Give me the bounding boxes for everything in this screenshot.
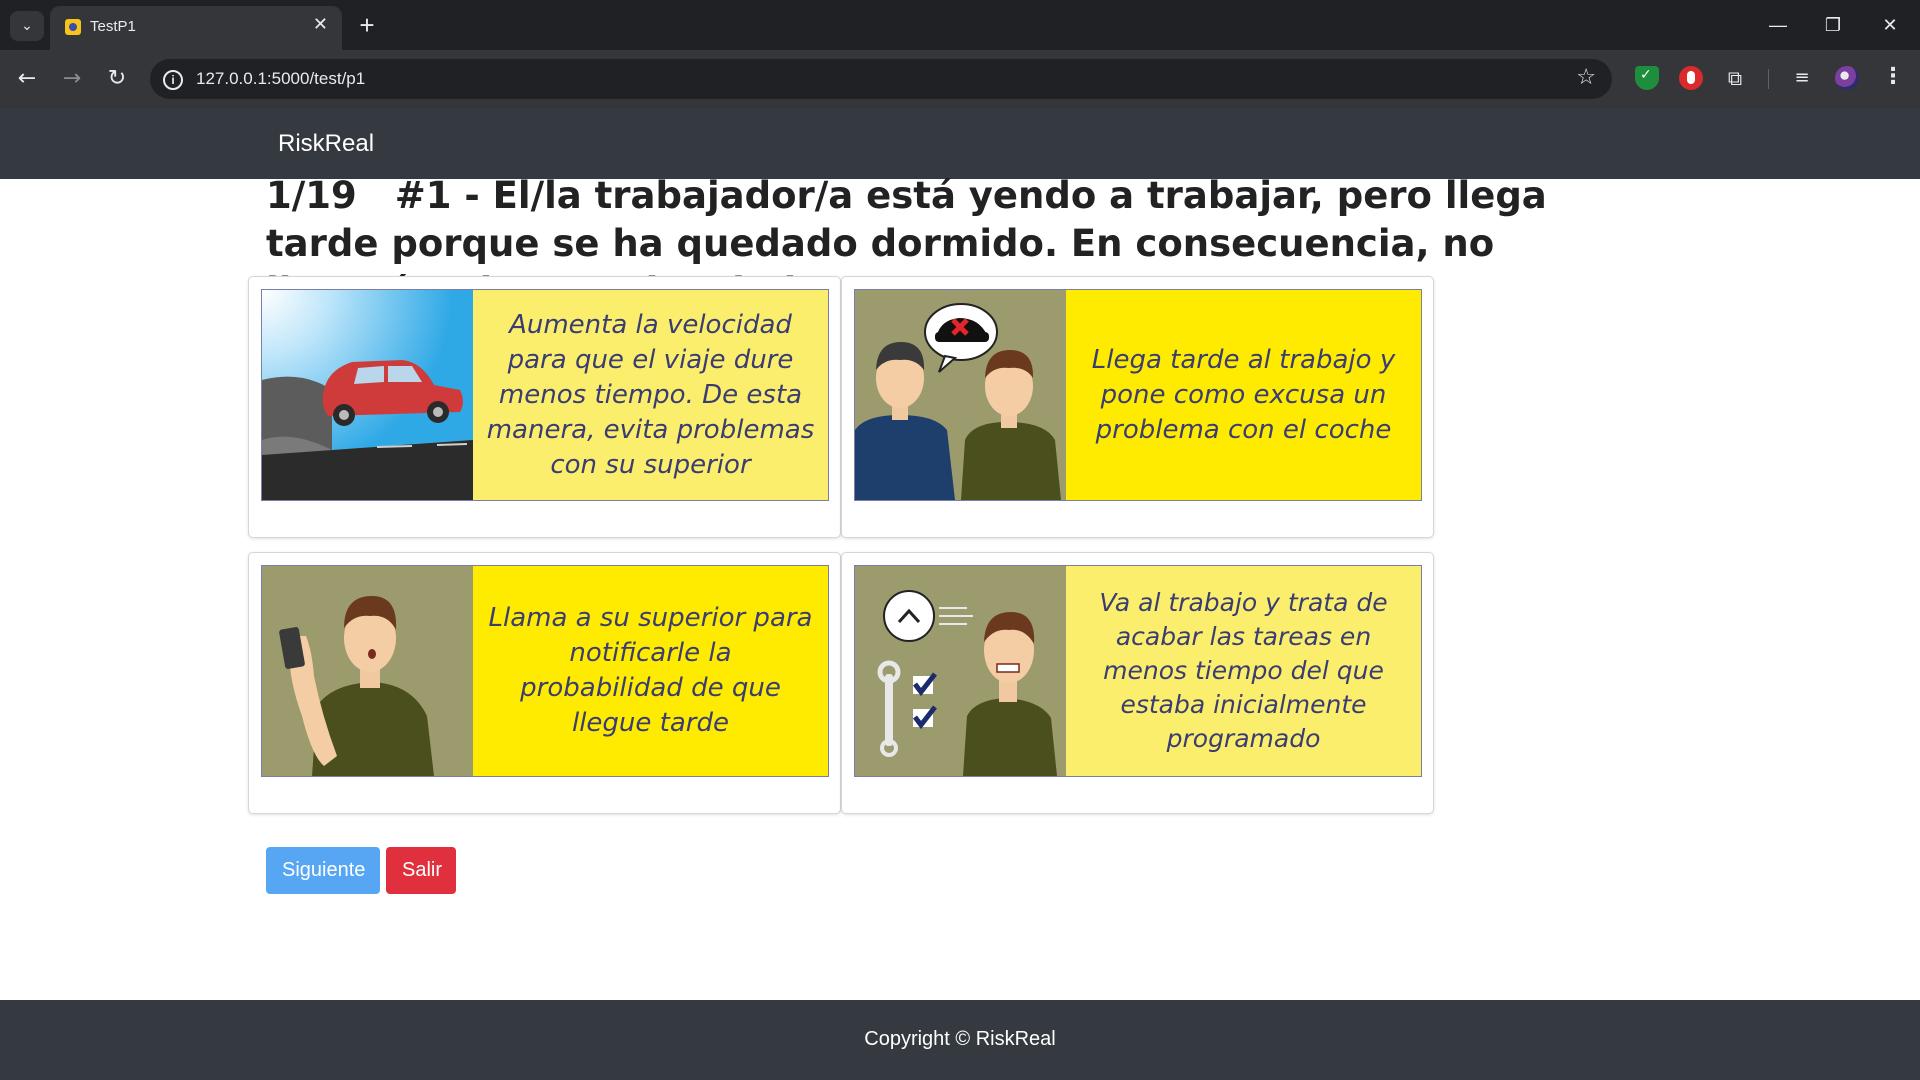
red-car-illustration <box>262 290 473 500</box>
stressed-man-illustration <box>855 566 1066 776</box>
restore-button[interactable]: ❐ <box>1813 10 1853 40</box>
back-button[interactable]: ← <box>12 64 42 94</box>
two-men-illustration <box>855 290 1066 500</box>
option-card-3[interactable]: Llama a su superior para notificarle la … <box>248 552 841 814</box>
question-counter: 1/19 <box>266 174 357 217</box>
info-icon[interactable]: i <box>163 70 183 90</box>
option-4[interactable]: Va al trabajo y trata de acabar las tare… <box>854 565 1422 777</box>
shield-extension-icon[interactable] <box>1635 66 1659 90</box>
man-with-phone-illustration <box>262 566 473 776</box>
reload-button[interactable]: ↻ <box>102 64 132 94</box>
option-3[interactable]: Llama a su superior para notificarle la … <box>261 565 829 777</box>
favicon-icon <box>65 19 81 35</box>
forward-button[interactable]: → <box>57 64 87 94</box>
option-2-text: Llega tarde al trabajo y pone como excus… <box>1066 290 1421 500</box>
media-control-icon[interactable]: ≡ <box>1790 66 1814 90</box>
tab-title: TestP1 <box>90 18 136 35</box>
option-1-text: Aumenta la velocidad para que el viaje d… <box>473 290 828 500</box>
option-card-2[interactable]: Llega tarde al trabajo y pone como excus… <box>841 276 1434 538</box>
profile-avatar[interactable] <box>1835 66 1859 90</box>
site-footer: Copyright © RiskReal <box>0 1000 1920 1080</box>
option-2[interactable]: Llega tarde al trabajo y pone como excus… <box>854 289 1422 501</box>
tab-search-icon[interactable]: ⌄ <box>10 11 44 41</box>
brand-link[interactable]: RiskReal <box>278 130 374 158</box>
toolbar-divider <box>1768 69 1769 89</box>
browser-tab[interactable]: TestP1 ✕ <box>50 6 342 50</box>
stop-extension-icon[interactable] <box>1679 66 1703 90</box>
option-card-1[interactable]: Aumenta la velocidad para que el viaje d… <box>248 276 841 538</box>
option-3-text: Llama a su superior para notificarle la … <box>473 566 828 776</box>
bookmark-star-icon[interactable]: ☆ <box>1576 65 1596 90</box>
copyright-text: Copyright © RiskReal <box>864 1028 1056 1050</box>
option-1[interactable]: Aumenta la velocidad para que el viaje d… <box>261 289 829 501</box>
site-navbar: RiskReal <box>0 108 1920 179</box>
browser-tab-strip: ⌄ TestP1 ✕ + — ❐ ✕ <box>0 0 1920 50</box>
url-text[interactable]: 127.0.0.1:5000/test/p1 <box>196 69 365 89</box>
address-bar[interactable]: i 127.0.0.1:5000/test/p1 ☆ <box>150 59 1612 99</box>
menu-icon[interactable]: ⋮ <box>1882 64 1904 89</box>
exit-button[interactable]: Salir <box>386 847 456 894</box>
puzzle-extension-icon[interactable]: ⧉ <box>1723 66 1747 90</box>
tab-close-icon[interactable]: ✕ <box>313 14 328 35</box>
new-tab-button[interactable]: + <box>352 10 382 40</box>
option-4-text: Va al trabajo y trata de acabar las tare… <box>1066 566 1421 776</box>
close-window-button[interactable]: ✕ <box>1870 10 1910 40</box>
minimize-button[interactable]: — <box>1758 10 1798 40</box>
next-button[interactable]: Siguiente <box>266 847 380 894</box>
option-card-4[interactable]: Va al trabajo y trata de acabar las tare… <box>841 552 1434 814</box>
browser-toolbar: ← → ↻ i 127.0.0.1:5000/test/p1 ☆ ⧉ ≡ ⋮ <box>0 50 1920 108</box>
